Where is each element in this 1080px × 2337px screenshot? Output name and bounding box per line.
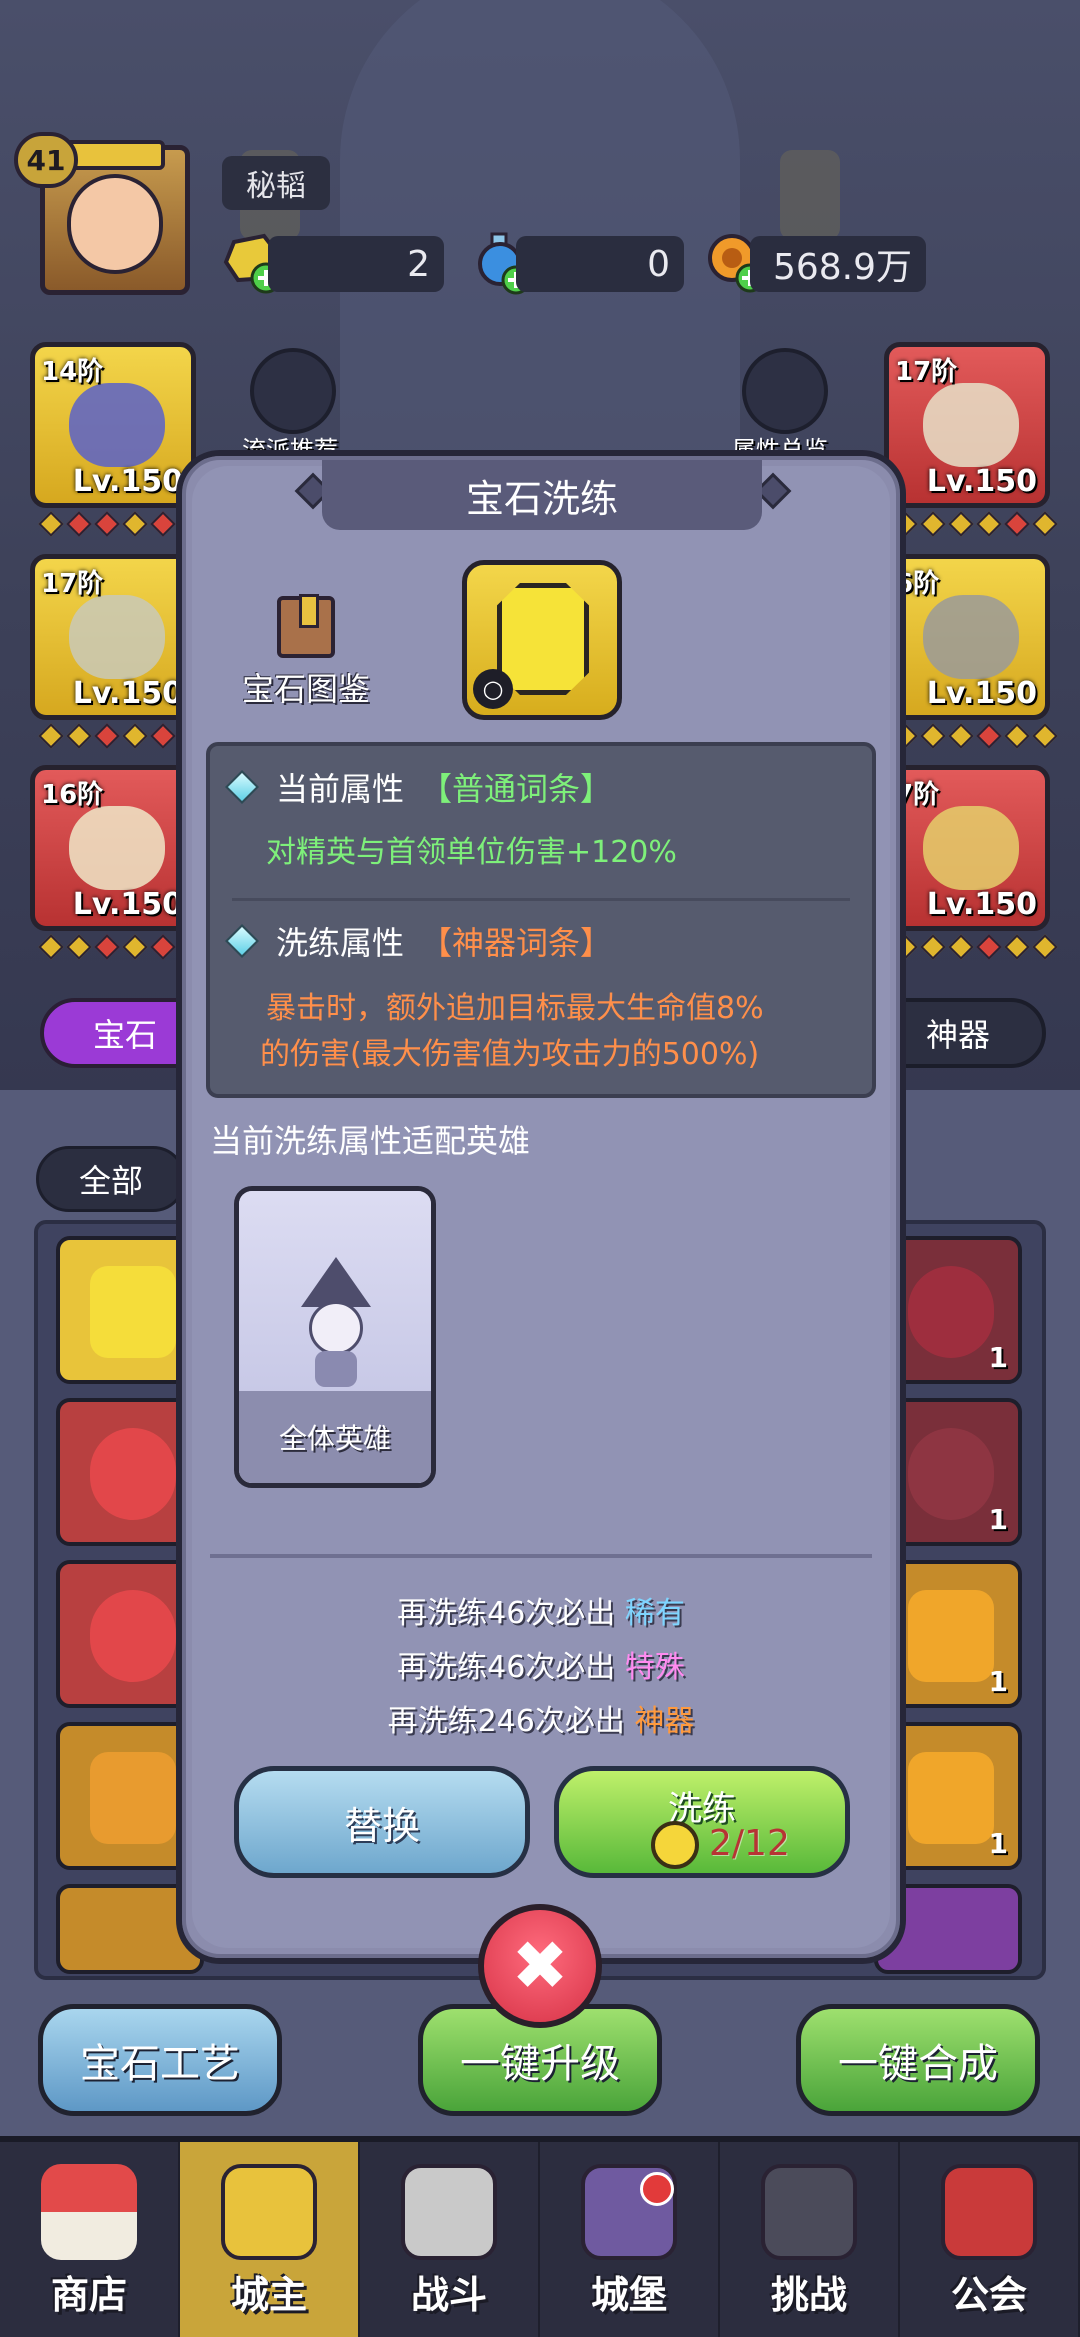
gem-refine-dialog: 宝石洗练 宝石图鉴 ○ 当前属性 【普通词条】 对精英与首领单位伤害+120% … xyxy=(176,450,906,1964)
gem-codex-button[interactable]: 宝石图鉴 xyxy=(242,594,371,710)
current-attribute-desc: 对精英与首领单位伤害+120% xyxy=(266,835,677,870)
hero-card-label: 全体英雄 xyxy=(239,1391,431,1483)
book-icon xyxy=(277,594,335,658)
guarantee-text: 再洗练46次必出 xyxy=(397,1596,616,1631)
guarantee-text: 再洗练46次必出 xyxy=(397,1650,616,1685)
attribute-panel: 当前属性 【普通词条】 对精英与首领单位伤害+120% 洗练属性 【神器词条】 … xyxy=(206,742,876,1098)
refine-stone-icon xyxy=(651,1821,699,1869)
refined-attribute-tag: 【神器词条】 xyxy=(420,924,613,962)
current-attribute-label: 当前属性 xyxy=(276,770,405,808)
replace-button[interactable]: 替换 xyxy=(234,1766,530,1878)
refine-cost: 2/12 xyxy=(709,1823,790,1864)
refined-attribute-header: 洗练属性 【神器词条】 xyxy=(225,918,613,964)
diamond-bullet-icon xyxy=(225,924,259,958)
rarity-rare: 稀有 xyxy=(624,1596,685,1631)
refined-attribute-label: 洗练属性 xyxy=(276,924,405,962)
diamond-bullet-icon xyxy=(225,770,259,804)
wizard-body xyxy=(315,1351,357,1387)
refine-button[interactable]: 洗练 2/12 xyxy=(554,1766,850,1878)
refine-button-label: 洗练 xyxy=(668,1789,736,1829)
guarantee-artifact: 再洗练246次必出 神器 xyxy=(182,1696,900,1740)
guarantee-text: 再洗练246次必出 xyxy=(387,1704,625,1739)
rarity-artifact: 神器 xyxy=(634,1704,695,1739)
compatible-heroes-title: 当前洗练属性适配英雄 xyxy=(210,1122,531,1160)
hero-portrait xyxy=(239,1191,431,1401)
selected-gem: ○ xyxy=(462,560,622,720)
current-attribute-tag: 【普通词条】 xyxy=(420,770,613,808)
hero-card-all[interactable]: 全体英雄 xyxy=(234,1186,436,1488)
refined-attribute-desc-line1: 暴击时，额外追加目标最大生命值8% xyxy=(266,991,764,1026)
dialog-title: 宝石洗练 xyxy=(322,460,762,530)
rarity-special: 特殊 xyxy=(624,1650,685,1685)
wizard-hat-icon xyxy=(301,1257,371,1307)
refined-attribute-desc-line2: 的伤害(最大伤害值为攻击力的500%) xyxy=(260,1037,760,1072)
guarantee-rare: 再洗练46次必出 稀有 xyxy=(182,1588,900,1632)
guarantee-special: 再洗练46次必出 特殊 xyxy=(182,1642,900,1686)
yellow-gem-icon xyxy=(497,583,589,695)
attribute-divider xyxy=(232,898,850,901)
current-attribute-header: 当前属性 【普通词条】 xyxy=(225,764,613,810)
dialog-divider xyxy=(210,1554,872,1558)
gem-codex-label: 宝石图鉴 xyxy=(242,670,371,708)
close-button[interactable]: ✖ xyxy=(478,1904,602,2028)
wizard-face xyxy=(309,1301,363,1355)
ring-slot-icon: ○ xyxy=(473,669,513,709)
